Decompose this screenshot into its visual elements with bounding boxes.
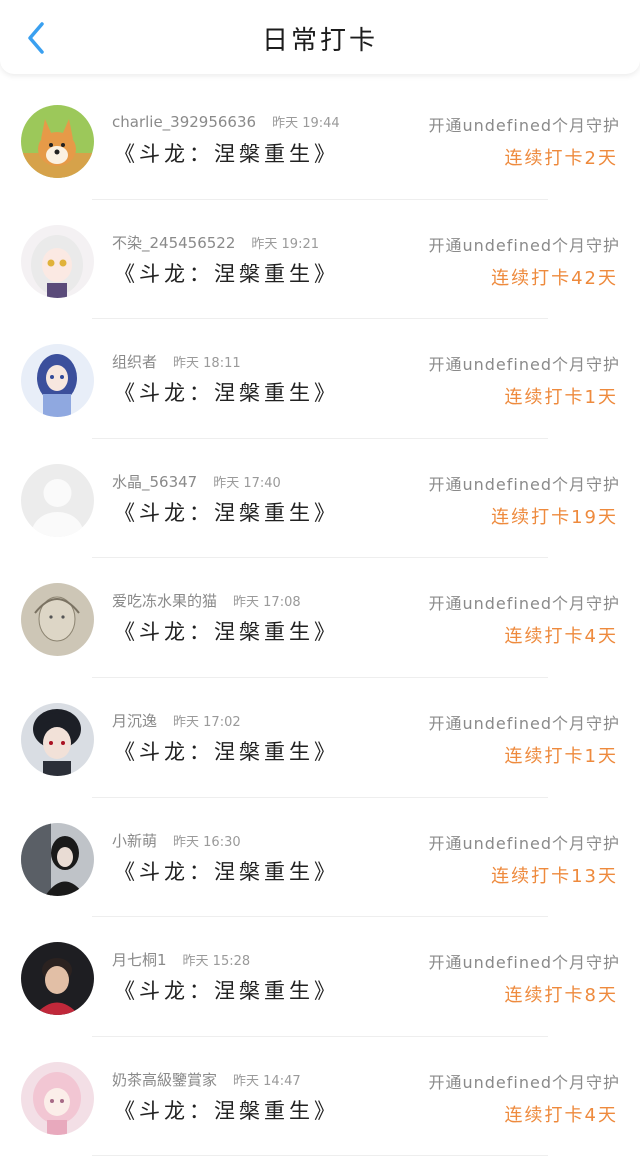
work-title[interactable]: 《斗龙：涅槃重生》 xyxy=(114,377,339,407)
work-title[interactable]: 《斗龙：涅槃重生》 xyxy=(114,856,339,886)
list-item[interactable]: 水晶_56347 昨天 17:40 《斗龙：涅槃重生》 开通undefined个月… xyxy=(0,439,640,559)
username[interactable]: charlie_392956636 xyxy=(112,113,256,131)
list-item[interactable]: 小新萌 昨天 16:30 《斗龙：涅槃重生》 开通undefined个月守护 连续… xyxy=(0,798,640,918)
timestamp: 昨天 19:21 xyxy=(251,236,320,252)
streak-text: 连续打卡1天 xyxy=(504,745,618,767)
guard-text: 开通undefined个月守护 xyxy=(428,355,620,375)
list-item[interactable]: 月沉逸 昨天 17:02 《斗龙：涅槃重生》 开通undefined个月守护 连续… xyxy=(0,678,640,798)
streak-text: 连续打卡8天 xyxy=(504,985,618,1007)
anime-girl-white-hair-avatar[interactable] xyxy=(21,224,94,298)
anime-boy-avatar[interactable] xyxy=(21,702,94,776)
streak-text: 连续打卡2天 xyxy=(504,148,618,169)
timestamp: 昨天 19:44 xyxy=(272,116,340,131)
checkin-list: charlie_392956636 昨天 19:44 《斗龙：涅槃重生》 开通un… xyxy=(0,74,640,1156)
top-bar: 日常打卡 xyxy=(0,0,640,74)
timestamp: 昨天 15:28 xyxy=(182,954,251,970)
timestamp: 昨天 17:40 xyxy=(213,475,281,491)
work-title[interactable]: 《斗龙：涅槃重生》 xyxy=(114,258,339,288)
boy-photo-avatar[interactable] xyxy=(21,942,94,1016)
guard-text: 开通undefined个月守护 xyxy=(428,833,620,853)
anime-girl-blue-avatar[interactable] xyxy=(21,344,94,418)
guard-text: 开通undefined个月守护 xyxy=(428,594,620,614)
guard-text: 开通undefined个月守护 xyxy=(428,713,620,733)
username[interactable]: 不染_245456522 xyxy=(112,234,235,252)
timestamp: 昨天 17:08 xyxy=(233,595,301,611)
user-meta: charlie_392956636 昨天 19:44 xyxy=(112,112,340,131)
username[interactable]: 水晶_56347 xyxy=(112,473,197,491)
user-meta: 不染_245456522 昨天 19:21 xyxy=(112,232,319,253)
user-meta: 月七桐1 昨天 15:28 xyxy=(112,949,250,970)
guard-text: 开通undefined个月守护 xyxy=(428,116,620,135)
user-meta: 奶茶高級鑒賞家 昨天 14:47 xyxy=(112,1069,301,1090)
streak-text: 连续打卡4天 xyxy=(504,626,618,648)
username[interactable]: 爱吃冻水果的猫 xyxy=(112,592,217,610)
timestamp: 昨天 17:02 xyxy=(173,714,241,730)
streak-text: 连续打卡1天 xyxy=(504,387,618,409)
timestamp: 昨天 14:47 xyxy=(233,1073,301,1089)
list-item[interactable]: charlie_392956636 昨天 19:44 《斗龙：涅槃重生》 开通un… xyxy=(0,80,640,200)
streak-text: 连续打卡19天 xyxy=(491,506,618,528)
list-item[interactable]: 爱吃冻水果的猫 昨天 17:08 《斗龙：涅槃重生》 开通undefined个月守… xyxy=(0,558,640,678)
user-meta: 月沉逸 昨天 17:02 xyxy=(112,710,241,731)
work-title[interactable]: 《斗龙：涅槃重生》 xyxy=(114,138,339,168)
default-avatar[interactable] xyxy=(21,463,94,537)
timestamp: 昨天 18:11 xyxy=(173,356,241,372)
user-meta: 小新萌 昨天 16:30 xyxy=(112,830,241,851)
work-title[interactable]: 《斗龙：涅槃重生》 xyxy=(114,616,339,646)
user-meta: 组织者 昨天 18:11 xyxy=(112,351,241,372)
username[interactable]: 小新萌 xyxy=(112,832,157,850)
streak-text: 连续打卡42天 xyxy=(491,267,618,289)
streak-text: 连续打卡4天 xyxy=(504,1104,618,1126)
username[interactable]: 月七桐1 xyxy=(112,951,167,969)
work-title[interactable]: 《斗龙：涅槃重生》 xyxy=(114,497,339,527)
user-meta: 水晶_56347 昨天 17:40 xyxy=(112,471,281,492)
work-title[interactable]: 《斗龙：涅槃重生》 xyxy=(114,1095,339,1125)
guard-text: 开通undefined个月守护 xyxy=(428,1072,620,1092)
username[interactable]: 奶茶高級鑒賞家 xyxy=(112,1071,217,1089)
guard-text: 开通undefined个月守护 xyxy=(428,953,620,973)
pink-anime-avatar[interactable] xyxy=(21,1061,94,1135)
username[interactable]: 组织者 xyxy=(112,353,157,371)
page-title: 日常打卡 xyxy=(261,26,378,56)
guard-text: 开通undefined个月守护 xyxy=(428,474,620,494)
user-meta: 爱吃冻水果的猫 昨天 17:08 xyxy=(112,590,301,611)
username[interactable]: 月沉逸 xyxy=(112,712,157,730)
work-title[interactable]: 《斗龙：涅槃重生》 xyxy=(114,736,339,766)
dog-avatar[interactable] xyxy=(21,105,94,178)
dark-photo-avatar[interactable] xyxy=(21,822,94,896)
streak-text: 连续打卡13天 xyxy=(491,865,618,887)
list-item[interactable]: 月七桐1 昨天 15:28 《斗龙：涅槃重生》 开通undefined个月守护 连… xyxy=(0,917,640,1037)
list-item[interactable]: 组织者 昨天 18:11 《斗龙：涅槃重生》 开通undefined个月守护 连续… xyxy=(0,319,640,439)
guard-text: 开通undefined个月守护 xyxy=(428,235,620,255)
list-item[interactable]: 不染_245456522 昨天 19:21 《斗龙：涅槃重生》 开通undefin… xyxy=(0,200,640,320)
sketch-avatar[interactable] xyxy=(21,583,94,657)
timestamp: 昨天 16:30 xyxy=(173,834,241,850)
work-title[interactable]: 《斗龙：涅槃重生》 xyxy=(114,975,339,1005)
list-item[interactable]: 奶茶高級鑒賞家 昨天 14:47 《斗龙：涅槃重生》 开通undefined个月守… xyxy=(0,1037,640,1156)
